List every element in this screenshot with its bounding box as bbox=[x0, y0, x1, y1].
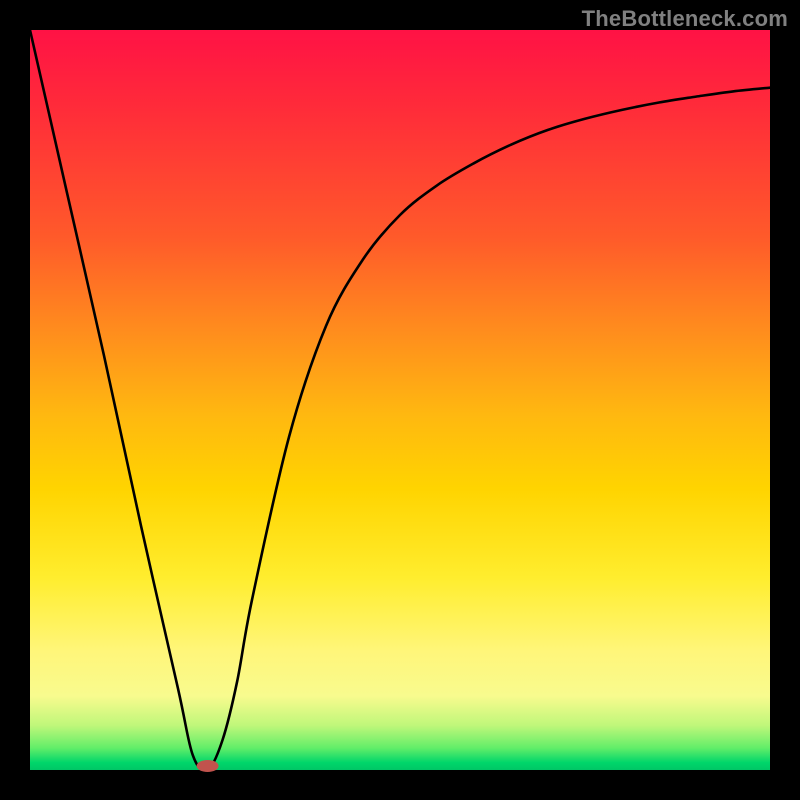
plot-area bbox=[30, 30, 770, 770]
bottleneck-curve bbox=[30, 30, 770, 771]
chart-frame: TheBottleneck.com bbox=[0, 0, 800, 800]
min-marker bbox=[197, 760, 219, 772]
curve-layer bbox=[30, 30, 770, 770]
attribution-label: TheBottleneck.com bbox=[582, 6, 788, 32]
